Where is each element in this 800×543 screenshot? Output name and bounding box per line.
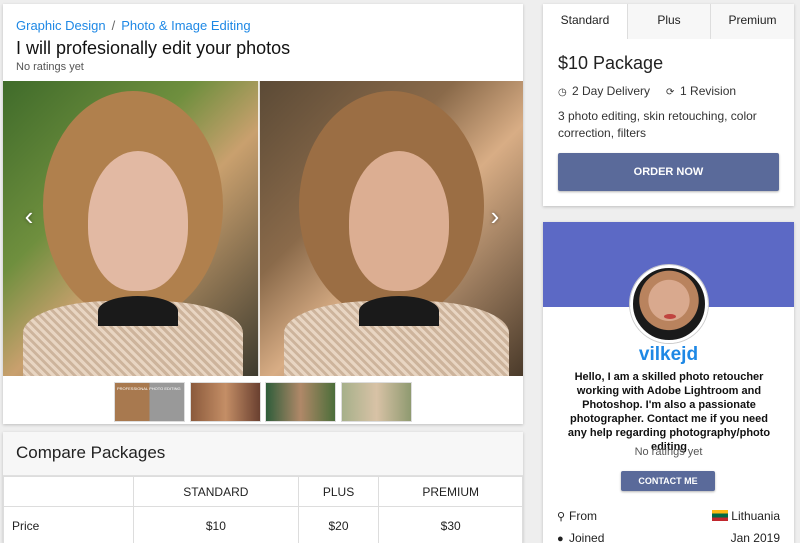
column-header <box>3 476 134 507</box>
package-card: Standard Plus Premium $10 Package ◷ 2 Day… <box>543 4 794 206</box>
map-pin-icon: ⚲ <box>557 511 566 523</box>
seller-bio: Hello, I am a skilled photo retoucher wo… <box>567 371 771 453</box>
clock-icon: ◷ <box>558 87 567 98</box>
from-label: From <box>569 509 597 523</box>
tab-plus[interactable]: Plus <box>627 4 710 39</box>
column-header: PREMIUM <box>378 476 523 507</box>
gig-card: Graphic Design / Photo & Image Editing I w… <box>3 4 523 424</box>
package-tabs: Standard Plus Premium <box>543 4 794 39</box>
joined-label: Joined <box>569 531 605 543</box>
thumbnail[interactable]: PROFESSIONAL PHOTO EDITING <box>114 382 185 422</box>
seller-card: vilkejd Hello, I am a skilled photo reto… <box>543 222 794 543</box>
table-cell: $20 <box>297 506 380 543</box>
tab-premium[interactable]: Premium <box>710 4 794 39</box>
image-slider[interactable]: ‹ › <box>3 81 523 376</box>
package-name: $10 Package <box>558 53 664 73</box>
compare-packages-card: Compare Packages STANDARD PLUS PREMIUM P… <box>3 432 523 543</box>
compare-header: Compare Packages <box>3 432 523 476</box>
refresh-icon: ⟳ <box>666 87 675 98</box>
breadcrumb-subcategory-link[interactable]: Photo & Image Editing <box>121 18 250 33</box>
avatar[interactable] <box>630 265 708 343</box>
chevron-right-icon[interactable]: › <box>483 199 507 233</box>
user-icon: ● <box>557 533 564 543</box>
compare-title: Compare Packages <box>16 443 166 462</box>
from-value: Lithuania <box>731 509 780 523</box>
compare-table: STANDARD PLUS PREMIUM Price $10 $20 $30 <box>3 476 523 543</box>
breadcrumb: Graphic Design / Photo & Image Editing <box>16 18 251 33</box>
before-after-divider <box>258 81 260 376</box>
joined-value: Jan 2019 <box>730 531 780 543</box>
table-row: Price $10 $20 $30 <box>3 506 523 543</box>
gig-page: Graphic Design / Photo & Image Editing I w… <box>0 0 800 543</box>
breadcrumb-category-link[interactable]: Graphic Design <box>16 18 106 33</box>
chevron-left-icon[interactable]: ‹ <box>17 199 41 233</box>
row-label: Price <box>3 506 134 543</box>
table-cell: $30 <box>378 506 523 543</box>
seller-rating-text: No ratings yet <box>634 446 703 458</box>
tab-standard[interactable]: Standard <box>543 4 627 39</box>
thumbnail[interactable] <box>190 382 261 422</box>
breadcrumb-separator: / <box>111 18 116 33</box>
table-cell: $10 <box>133 506 299 543</box>
package-description: 3 photo editing, skin retouching, color … <box>558 109 757 140</box>
contact-me-button[interactable]: CONTACT ME <box>621 471 715 491</box>
package-meta: ◷ 2 Day Delivery ⟳ 1 Revision <box>558 84 736 98</box>
thumbnail[interactable] <box>341 382 412 422</box>
column-header: STANDARD <box>133 476 299 507</box>
thumbnail[interactable] <box>265 382 336 422</box>
lithuania-flag-icon <box>712 510 729 521</box>
revision-text: 1 Revision <box>680 84 737 98</box>
gig-rating-text: No ratings yet <box>16 61 84 73</box>
thumbnail-label: PROFESSIONAL PHOTO EDITING <box>117 386 181 391</box>
column-header: PLUS <box>297 476 380 507</box>
table-header-row: STANDARD PLUS PREMIUM <box>3 476 523 507</box>
order-now-button[interactable]: ORDER NOW <box>558 153 779 191</box>
gig-title: I will profesionally edit your photos <box>16 38 291 58</box>
delivery-text: 2 Day Delivery <box>572 84 651 98</box>
before-photo <box>3 81 259 376</box>
seller-name[interactable]: vilkejd <box>543 344 794 366</box>
